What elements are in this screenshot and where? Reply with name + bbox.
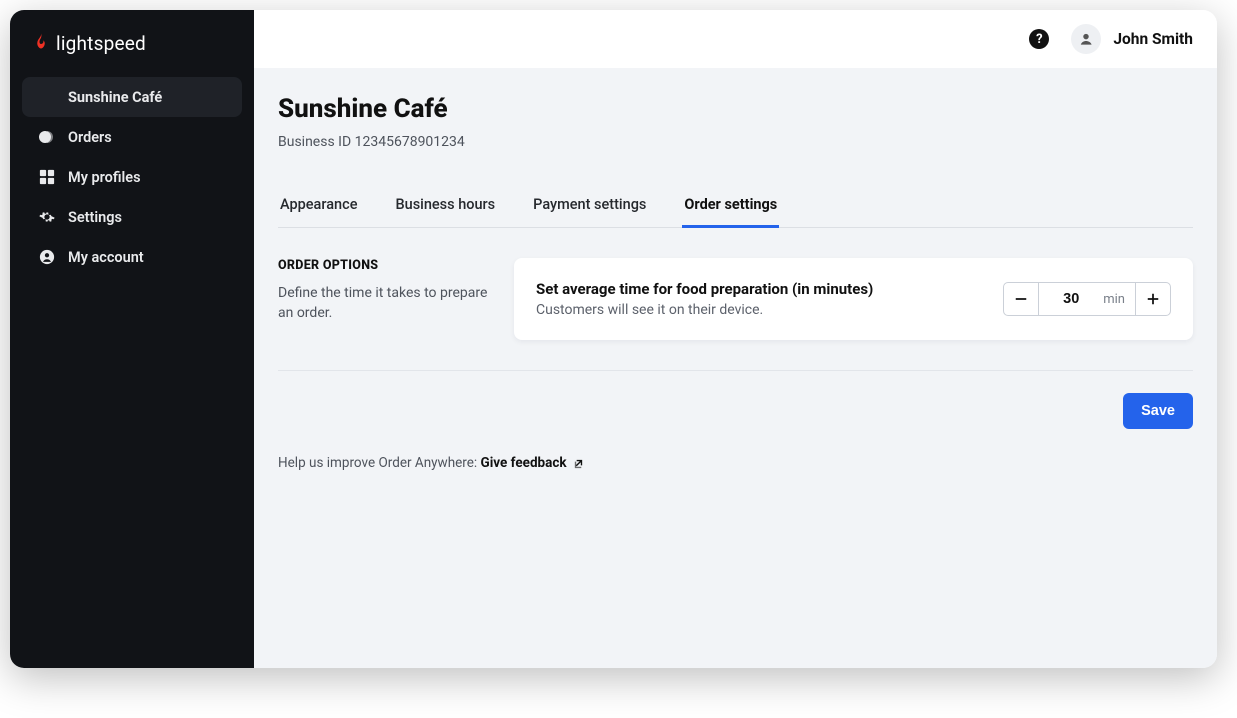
prep-time-stepper: min (1003, 282, 1171, 316)
tab-order-settings[interactable]: Order settings (682, 196, 779, 228)
section-description: Define the time it takes to prepare an o… (278, 283, 490, 324)
save-button[interactable]: Save (1123, 393, 1193, 429)
card-title: Set average time for food preparation (i… (536, 280, 873, 298)
section-side: ORDER OPTIONS Define the time it takes t… (278, 258, 490, 340)
tab-payment-settings[interactable]: Payment settings (531, 196, 648, 228)
prep-time-card: Set average time for food preparation (i… (514, 258, 1193, 340)
tab-appearance[interactable]: Appearance (278, 196, 359, 228)
external-link-icon (573, 458, 584, 469)
gear-icon (38, 208, 56, 226)
avatar (1071, 24, 1101, 54)
help-icon: ? (1036, 32, 1042, 47)
page-title: Sunshine Café (278, 94, 1193, 124)
business-id: Business ID 12345678901234 (278, 134, 1193, 150)
user-menu[interactable]: John Smith (1071, 24, 1193, 54)
user-name: John Smith (1113, 30, 1193, 48)
plus-icon (1146, 292, 1160, 306)
tab-business-hours[interactable]: Business hours (393, 196, 497, 228)
card-text: Set average time for food preparation (i… (536, 280, 873, 318)
main-panel: ? John Smith Sunshine Café Business ID 1… (254, 10, 1217, 668)
divider (278, 370, 1193, 371)
minus-icon (1014, 292, 1028, 306)
sidebar-item-label: My account (68, 249, 144, 266)
sidebar-item-label: Orders (68, 129, 112, 146)
feedback-link[interactable]: Give feedback (481, 455, 584, 471)
card-subtitle: Customers will see it on their device. (536, 302, 873, 318)
stepper-unit: min (1103, 292, 1125, 307)
sidebar-item-my-account[interactable]: My account (22, 237, 242, 277)
sidebar-item-label: Settings (68, 209, 122, 226)
stepper-field: min (1039, 282, 1135, 316)
actions-row: Save (278, 393, 1193, 429)
tabs: Appearance Business hours Payment settin… (278, 196, 1193, 228)
order-options-section: ORDER OPTIONS Define the time it takes t… (278, 228, 1193, 340)
user-icon (1078, 31, 1094, 47)
feedback-row: Help us improve Order Anywhere: Give fee… (278, 455, 1193, 471)
feedback-link-label: Give feedback (481, 455, 567, 471)
prep-time-input[interactable] (1039, 291, 1097, 307)
decrement-button[interactable] (1003, 282, 1039, 316)
content: Sunshine Café Business ID 12345678901234… (254, 68, 1217, 491)
feedback-prefix: Help us improve Order Anywhere: (278, 455, 481, 471)
sidebar-item-orders[interactable]: Orders (22, 117, 242, 157)
account-icon (38, 248, 56, 266)
sidebar-item-business[interactable]: Sunshine Café (22, 77, 242, 117)
increment-button[interactable] (1135, 282, 1171, 316)
app-window: lightspeed Sunshine Café Orders My profi… (10, 10, 1217, 668)
sidebar-item-my-profiles[interactable]: My profiles (22, 157, 242, 197)
grid-icon (38, 168, 56, 186)
section-caption: ORDER OPTIONS (278, 258, 490, 273)
sidebar-item-settings[interactable]: Settings (22, 197, 242, 237)
brand-logo: lightspeed (16, 24, 248, 77)
help-button[interactable]: ? (1029, 29, 1049, 49)
nav: Sunshine Café Orders My profiles Setting… (16, 77, 248, 277)
sidebar-item-label: My profiles (68, 169, 141, 186)
sidebar-item-label: Sunshine Café (68, 89, 162, 106)
lightspeed-flame-icon (32, 33, 50, 55)
topbar: ? John Smith (254, 10, 1217, 68)
brand-name: lightspeed (56, 32, 146, 55)
orders-icon (38, 128, 56, 146)
sidebar: lightspeed Sunshine Café Orders My profi… (10, 10, 254, 668)
